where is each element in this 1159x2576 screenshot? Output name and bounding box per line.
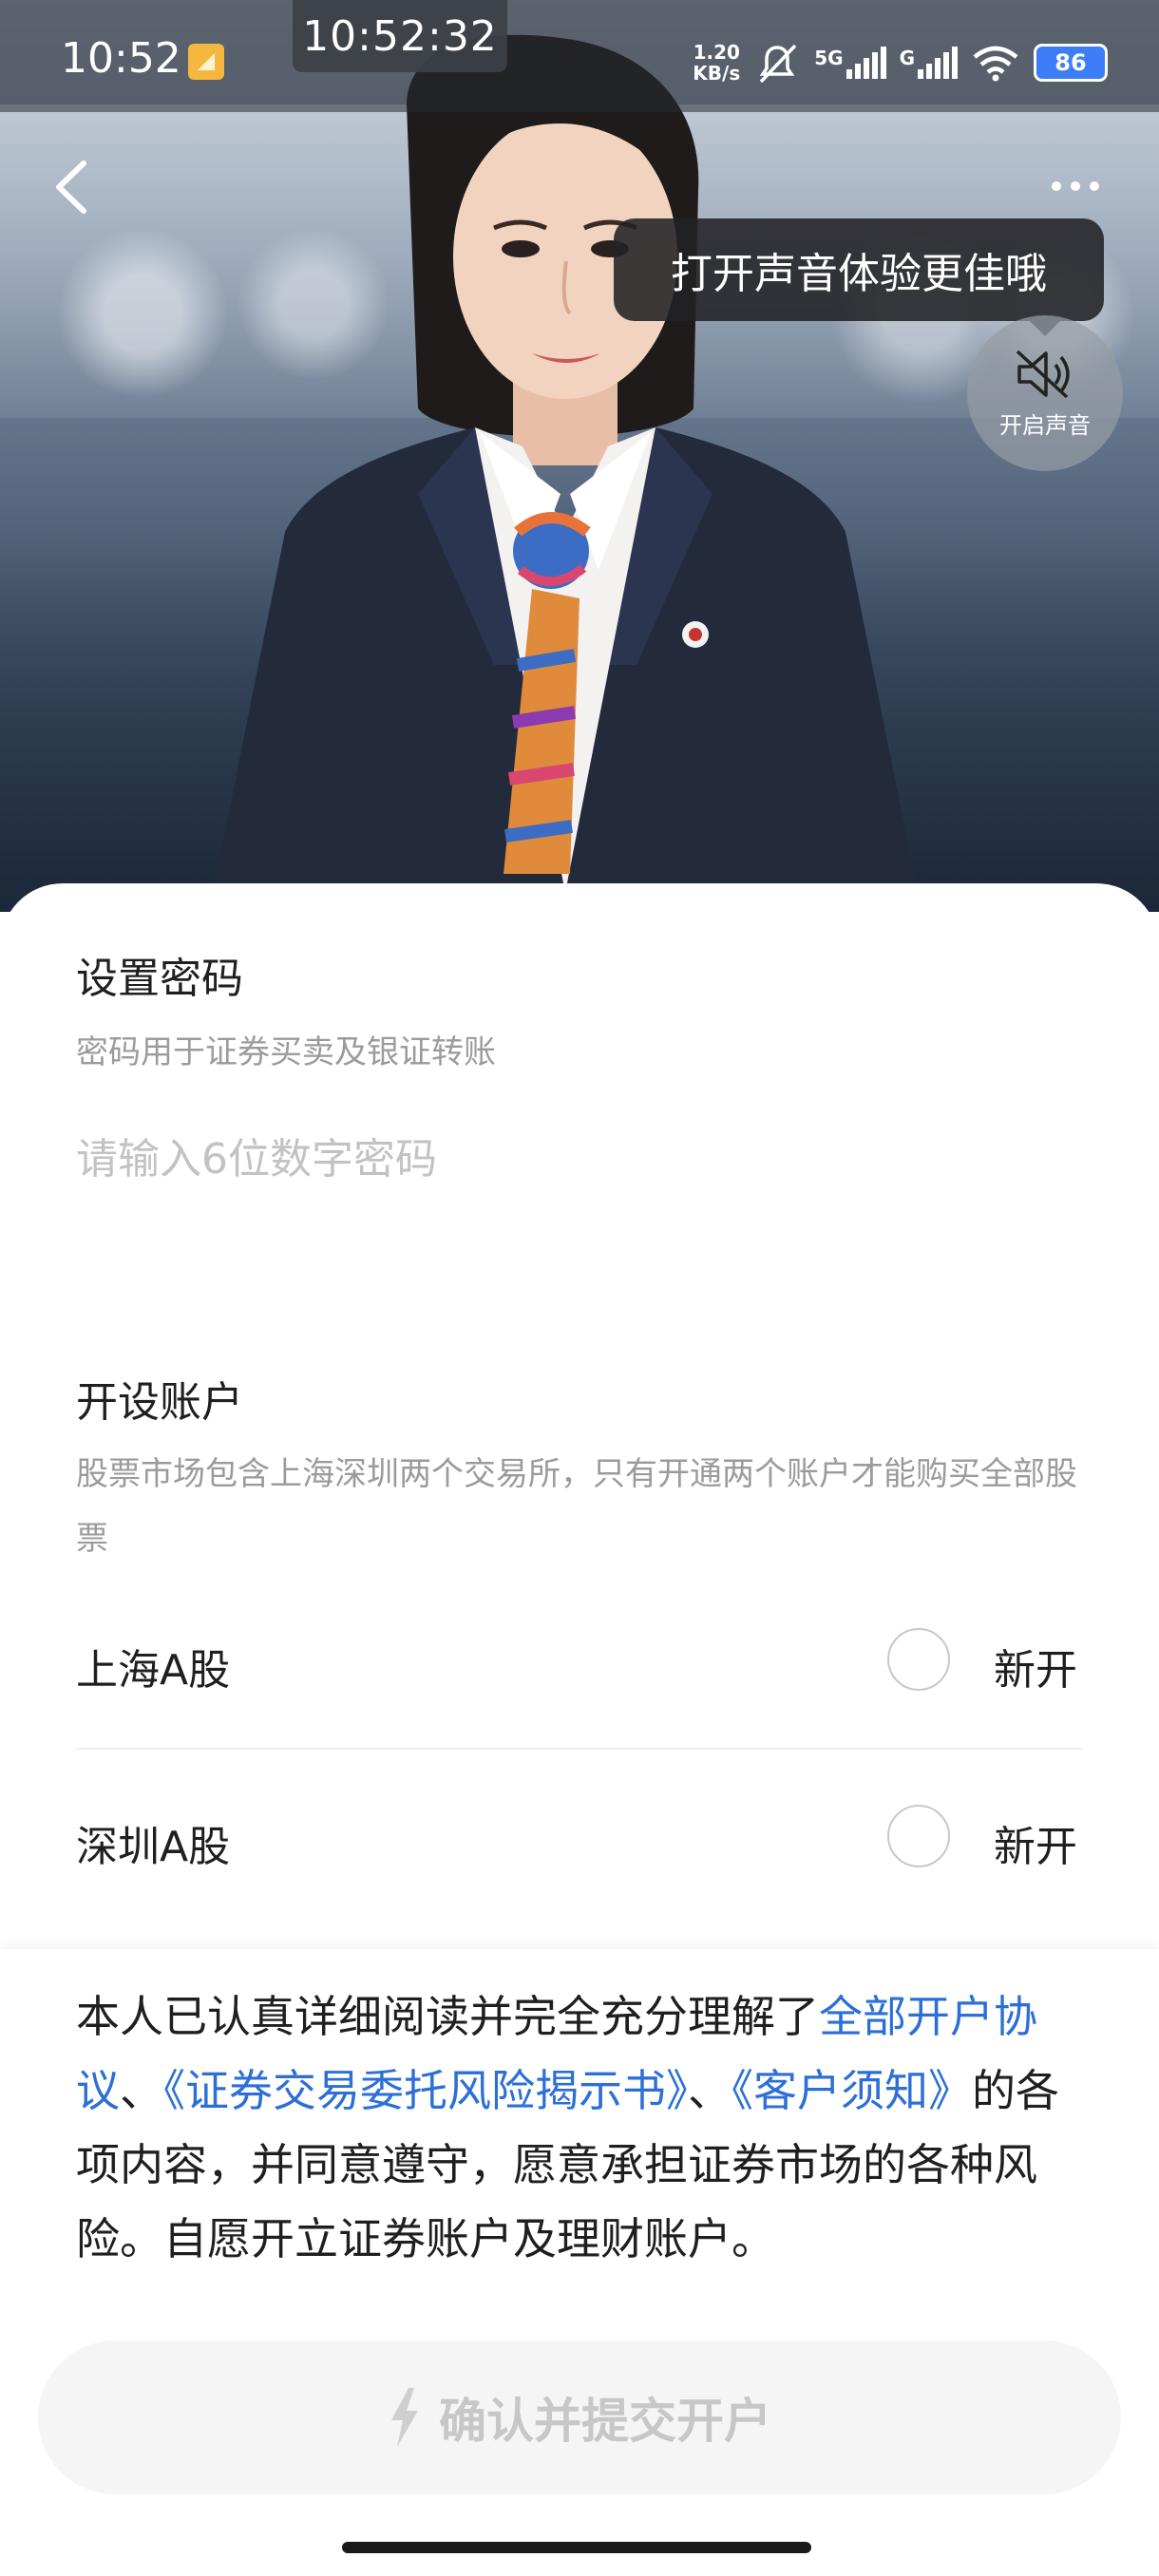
- password-section-title: 设置密码: [76, 955, 243, 1003]
- sound-tooltip: 打开声音体验更佳哦: [614, 218, 1104, 336]
- risk-disclosure-link[interactable]: 《证券交易委托风险揭示书》: [163, 2065, 688, 2116]
- account-row-option: 新开: [994, 1646, 1077, 1695]
- account-row-shenzhen[interactable]: 深圳A股 新开: [76, 1791, 1083, 1886]
- speaker-muted-icon: [1016, 350, 1070, 398]
- agreement-text: 本人已认真详细阅读并完全充分理解了全部开户协议、《证券交易委托风险揭示书》、《客…: [76, 1979, 1083, 2276]
- lightning-icon: [391, 2388, 418, 2447]
- muted-bell-icon: [759, 44, 797, 84]
- status-indicators: 1.20 KB/s 5G G 86: [693, 34, 1108, 91]
- confirm-submit-label: 确认并提交开户: [439, 2394, 771, 2449]
- battery-indicator: 86: [1034, 44, 1108, 82]
- agreement-prefix: 本人已认真详细阅读并完全充分理解了: [76, 1991, 819, 2042]
- signal-g-label: G: [899, 47, 915, 69]
- account-section-title: 开设账户: [76, 1378, 243, 1427]
- account-radio[interactable]: [887, 1628, 950, 1691]
- back-button[interactable]: [44, 152, 101, 222]
- account-section-subtitle: 股票市场包含上海深圳两个交易所，只有开通两个账户才能购买全部股票: [76, 1455, 1077, 1558]
- status-bar: 10:52 1.20 KB/s 5G G 86: [0, 0, 1159, 112]
- account-row-label: 深圳A股: [76, 1823, 231, 1871]
- agreement-separator: 、: [120, 2065, 163, 2116]
- presenter-image: [209, 34, 922, 912]
- screen-recording-timer: 10:52:32: [293, 0, 507, 72]
- chevron-left-icon: [56, 161, 86, 214]
- account-row-option: 新开: [994, 1823, 1077, 1871]
- video-area: [0, 0, 1159, 912]
- network-speed-value: 1.20: [693, 41, 740, 64]
- network-speed-unit: KB/s: [693, 62, 741, 85]
- notes-app-icon: [188, 44, 224, 80]
- wifi-icon: [973, 46, 1018, 82]
- signal-bars-icon: [918, 47, 958, 79]
- account-row-label: 上海A股: [76, 1646, 231, 1695]
- signal-bars-icon: [846, 47, 886, 79]
- more-dots-icon: [1052, 181, 1099, 191]
- signal-g: G: [900, 47, 958, 79]
- row-divider: [76, 1748, 1083, 1750]
- account-radio[interactable]: [887, 1805, 950, 1867]
- signal-5g-label: 5G: [814, 47, 844, 69]
- status-time: 10:52: [61, 34, 181, 83]
- password-input[interactable]: [76, 1121, 1083, 1197]
- customer-notice-link[interactable]: 《客户须知》: [732, 2065, 972, 2116]
- network-speed: 1.20 KB/s: [693, 42, 740, 84]
- agreement-separator: 、: [688, 2065, 732, 2116]
- confirm-submit-button[interactable]: 确认并提交开户: [38, 2340, 1121, 2494]
- account-row-shanghai[interactable]: 上海A股 新开: [76, 1615, 1083, 1710]
- enable-sound-label: 开启声音: [999, 411, 1091, 439]
- home-indicator[interactable]: [342, 2542, 811, 2553]
- enable-sound-button[interactable]: 开启声音: [967, 315, 1123, 471]
- signal-5g: 5G: [814, 47, 886, 79]
- more-options-button[interactable]: [1045, 167, 1106, 205]
- password-section-subtitle: 密码用于证券买卖及银证转账: [76, 1033, 496, 1071]
- battery-level: 86: [1054, 49, 1087, 76]
